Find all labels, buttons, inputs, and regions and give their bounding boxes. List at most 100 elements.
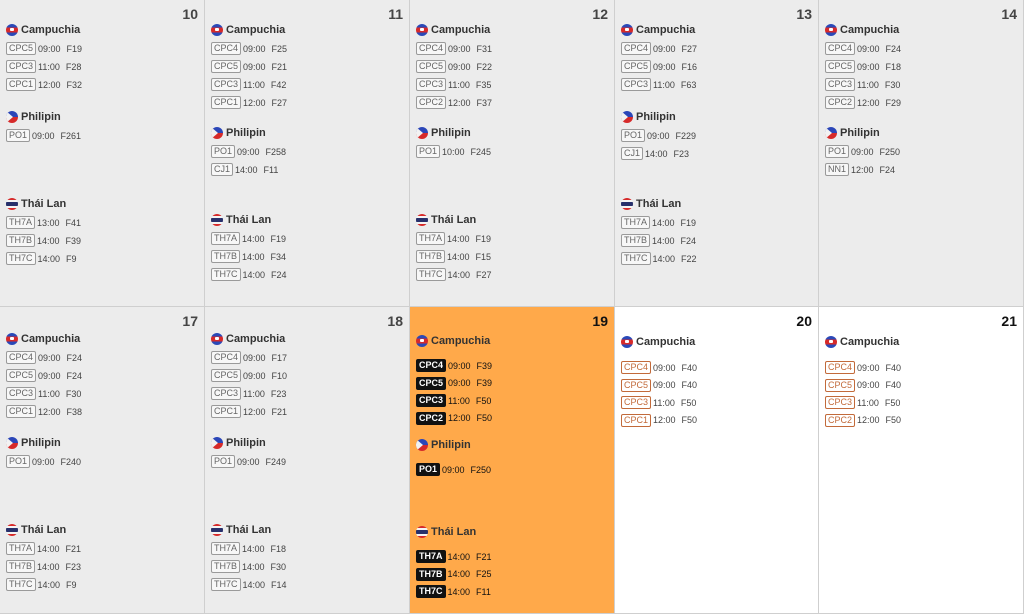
schedule-item[interactable]: CPC4 09:00 F40 bbox=[621, 361, 697, 374]
schedule-item[interactable]: TH7B 14:00 F24 bbox=[621, 234, 696, 247]
schedule-item[interactable]: CPC4 09:00 F24 bbox=[825, 42, 901, 55]
schedule-item[interactable]: TH7C 14:00 F24 bbox=[211, 268, 287, 281]
schedule-item[interactable]: TH7B 14:00 F34 bbox=[211, 250, 286, 263]
schedule-item[interactable]: CPC2 12:00 F50 bbox=[416, 411, 492, 425]
schedule-item[interactable]: CPC3 11:00 F28 bbox=[6, 60, 81, 73]
schedule-time: 09:00 bbox=[448, 43, 471, 54]
schedule-item[interactable]: CPC1 12:00 F27 bbox=[211, 96, 287, 109]
schedule-item[interactable]: TH7C 14:00 F9 bbox=[6, 252, 77, 265]
schedule-item[interactable]: PO1 09:00 F249 bbox=[211, 455, 286, 468]
schedule-item[interactable]: CPC4 09:00 F24 bbox=[6, 351, 82, 364]
schedule-item[interactable]: TH7B 14:00 F23 bbox=[6, 560, 81, 573]
flag-ph-icon bbox=[416, 439, 428, 451]
schedule-item[interactable]: CPC4 09:00 F25 bbox=[211, 42, 287, 55]
schedule-item[interactable]: TH7B 14:00 F15 bbox=[416, 250, 491, 263]
schedule-item[interactable]: CPC5 09:00 F40 bbox=[825, 378, 901, 392]
schedule-item[interactable]: TH7C 14:00 F11 bbox=[416, 585, 491, 598]
schedule-item[interactable]: CPC3 11:00 F50 bbox=[621, 396, 696, 409]
schedule-item[interactable]: CPC4 09:00 F31 bbox=[416, 42, 492, 55]
country-header: Philipin bbox=[6, 437, 61, 449]
schedule-item[interactable]: CPC3 11:00 F23 bbox=[211, 387, 286, 400]
schedule-item[interactable]: CPC5 09:00 F16 bbox=[621, 60, 697, 73]
schedule-item[interactable]: TH7A 14:00 F19 bbox=[211, 232, 286, 245]
schedule-item[interactable]: CPC3 11:00 F50 bbox=[416, 394, 491, 407]
day-cell[interactable]: 11 Campuchia CPC4 09:00 F25 CPC5 09:00 F21 CPC3 1… bbox=[205, 0, 410, 307]
schedule-time: 09:00 bbox=[857, 61, 880, 72]
schedule-time: 12:00 bbox=[448, 97, 471, 108]
day-cell[interactable]: 13 Campuchia CPC4 09:00 F27 CPC5 09:00 F16 CPC3 1… bbox=[615, 0, 819, 307]
schedule-item[interactable]: CPC3 11:00 F63 bbox=[621, 78, 696, 91]
schedule-item[interactable]: CPC2 12:00 F50 bbox=[825, 413, 901, 427]
schedule-item[interactable]: CPC5 09:00 F40 bbox=[621, 378, 697, 392]
day-cell[interactable]: 21 Campuchia CPC4 09:00 F40 CPC5 09:00 F40 CPC3 1… bbox=[819, 307, 1024, 614]
day-cell[interactable]: 14 Campuchia CPC4 09:00 F24 CPC5 09:00 F18 CPC3 1… bbox=[819, 0, 1024, 307]
schedule-item[interactable]: CPC5 09:00 F22 bbox=[416, 60, 492, 73]
schedule-item[interactable]: TH7C 14:00 F22 bbox=[621, 252, 697, 265]
schedule-item[interactable]: CPC1 12:00 F50 bbox=[621, 413, 697, 427]
schedule-item[interactable]: CPC3 11:00 F50 bbox=[825, 396, 900, 409]
schedule-count: F30 bbox=[270, 561, 287, 572]
schedule-item[interactable]: CPC4 09:00 F40 bbox=[825, 361, 901, 374]
schedule-item[interactable]: CPC3 11:00 F30 bbox=[825, 78, 900, 91]
schedule-time: 14:00 bbox=[447, 586, 471, 597]
schedule-item[interactable]: CPC3 11:00 F30 bbox=[6, 387, 81, 400]
schedule-item[interactable]: TH7A 14:00 F18 bbox=[211, 542, 286, 555]
schedule-item[interactable]: TH7B 14:00 F39 bbox=[6, 234, 81, 247]
schedule-item[interactable]: CPC2 12:00 F29 bbox=[825, 96, 901, 109]
schedule-item[interactable]: CPC2 12:00 F37 bbox=[416, 96, 492, 109]
day-cell[interactable]: 18 Campuchia CPC4 09:00 F17 CPC5 09:00 F10 CPC3 1… bbox=[205, 307, 410, 614]
schedule-item[interactable]: TH7A 14:00 F19 bbox=[416, 232, 491, 245]
schedule-item[interactable]: PO1 09:00 F229 bbox=[621, 129, 696, 142]
schedule-item[interactable]: CPC1 12:00 F32 bbox=[6, 78, 82, 91]
day-cell[interactable]: 20 Campuchia CPC4 09:00 F40 CPC5 09:00 F40 CPC3 1… bbox=[615, 307, 819, 614]
schedule-code: CPC1 bbox=[211, 96, 242, 109]
schedule-item[interactable]: PO1 09:00 F240 bbox=[6, 455, 81, 468]
schedule-item[interactable]: NN1 12:00 F24 bbox=[825, 163, 895, 176]
schedule-item[interactable]: TH7C 14:00 F9 bbox=[6, 578, 77, 591]
schedule-code: CPC3 bbox=[416, 78, 447, 91]
schedule-item[interactable]: CPC3 11:00 F42 bbox=[211, 78, 286, 91]
day-cell[interactable]: 12 Campuchia CPC4 09:00 F31 CPC5 09:00 F22 CPC3 1… bbox=[410, 0, 615, 307]
day-cell[interactable]: 19 Campuchia CPC4 09:00 F39 CPC5 09:00 F39 CPC3 1… bbox=[410, 307, 615, 614]
schedule-item[interactable]: CPC4 09:00 F39 bbox=[416, 359, 492, 372]
schedule-item[interactable]: PO1 10:00 F245 bbox=[416, 145, 491, 158]
schedule-item[interactable]: CJ1 14:00 F23 bbox=[621, 147, 689, 160]
day-cell[interactable]: 10 Campuchia CPC5 09:00 F19 CPC3 11:00 F28 CPC1 1… bbox=[0, 0, 205, 307]
schedule-count: F249 bbox=[265, 456, 287, 467]
country-header: Philipin bbox=[825, 127, 880, 139]
schedule-item[interactable]: CPC5 09:00 F19 bbox=[6, 42, 82, 55]
schedule-item[interactable]: TH7C 14:00 F14 bbox=[211, 578, 287, 591]
schedule-item[interactable]: CPC5 09:00 F10 bbox=[211, 369, 287, 382]
flag-ph-icon bbox=[416, 127, 428, 139]
schedule-item[interactable]: CPC5 09:00 F21 bbox=[211, 60, 287, 73]
schedule-item[interactable]: TH7B 14:00 F30 bbox=[211, 560, 286, 573]
schedule-code: CPC5 bbox=[6, 42, 37, 55]
schedule-item[interactable]: TH7A 13:00 F41 bbox=[6, 216, 81, 229]
schedule-item[interactable]: PO1 09:00 F250 bbox=[416, 463, 491, 476]
schedule-item[interactable]: PO1 09:00 F261 bbox=[6, 129, 81, 142]
schedule-time: 14:00 bbox=[242, 579, 266, 590]
schedule-time: 11:00 bbox=[857, 397, 879, 408]
flag-th-icon bbox=[211, 214, 223, 226]
schedule-item[interactable]: TH7B 14:00 F25 bbox=[416, 567, 492, 581]
schedule-item[interactable]: TH7A 14:00 F21 bbox=[6, 542, 81, 555]
schedule-item[interactable]: PO1 09:00 F258 bbox=[211, 145, 286, 158]
schedule-item[interactable]: CPC5 09:00 F24 bbox=[6, 369, 82, 382]
schedule-time: 09:00 bbox=[32, 130, 55, 141]
schedule-time: 14:00 bbox=[447, 269, 471, 280]
schedule-item[interactable]: CJ1 14:00 F11 bbox=[211, 163, 278, 176]
schedule-item[interactable]: CPC1 12:00 F38 bbox=[6, 405, 82, 418]
schedule-item[interactable]: CPC5 09:00 F39 bbox=[416, 376, 492, 390]
schedule-item[interactable]: PO1 09:00 F250 bbox=[825, 145, 900, 158]
schedule-item[interactable]: CPC5 09:00 F18 bbox=[825, 60, 901, 73]
day-cell[interactable]: 17 Campuchia CPC4 09:00 F24 CPC5 09:00 F24 CPC3 1… bbox=[0, 307, 205, 614]
schedule-item[interactable]: CPC4 09:00 F17 bbox=[211, 351, 287, 364]
schedule-item[interactable]: CPC3 11:00 F35 bbox=[416, 78, 491, 91]
schedule-item[interactable]: TH7A 14:00 F19 bbox=[621, 216, 696, 229]
schedule-time: 12:00 bbox=[851, 164, 874, 175]
schedule-item[interactable]: CPC4 09:00 F27 bbox=[621, 42, 697, 55]
schedule-item[interactable]: CPC1 12:00 F21 bbox=[211, 405, 287, 418]
schedule-item[interactable]: TH7C 14:00 F27 bbox=[416, 268, 492, 281]
schedule-code: TH7B bbox=[6, 560, 36, 573]
schedule-item[interactable]: TH7A 14:00 F21 bbox=[416, 550, 492, 563]
